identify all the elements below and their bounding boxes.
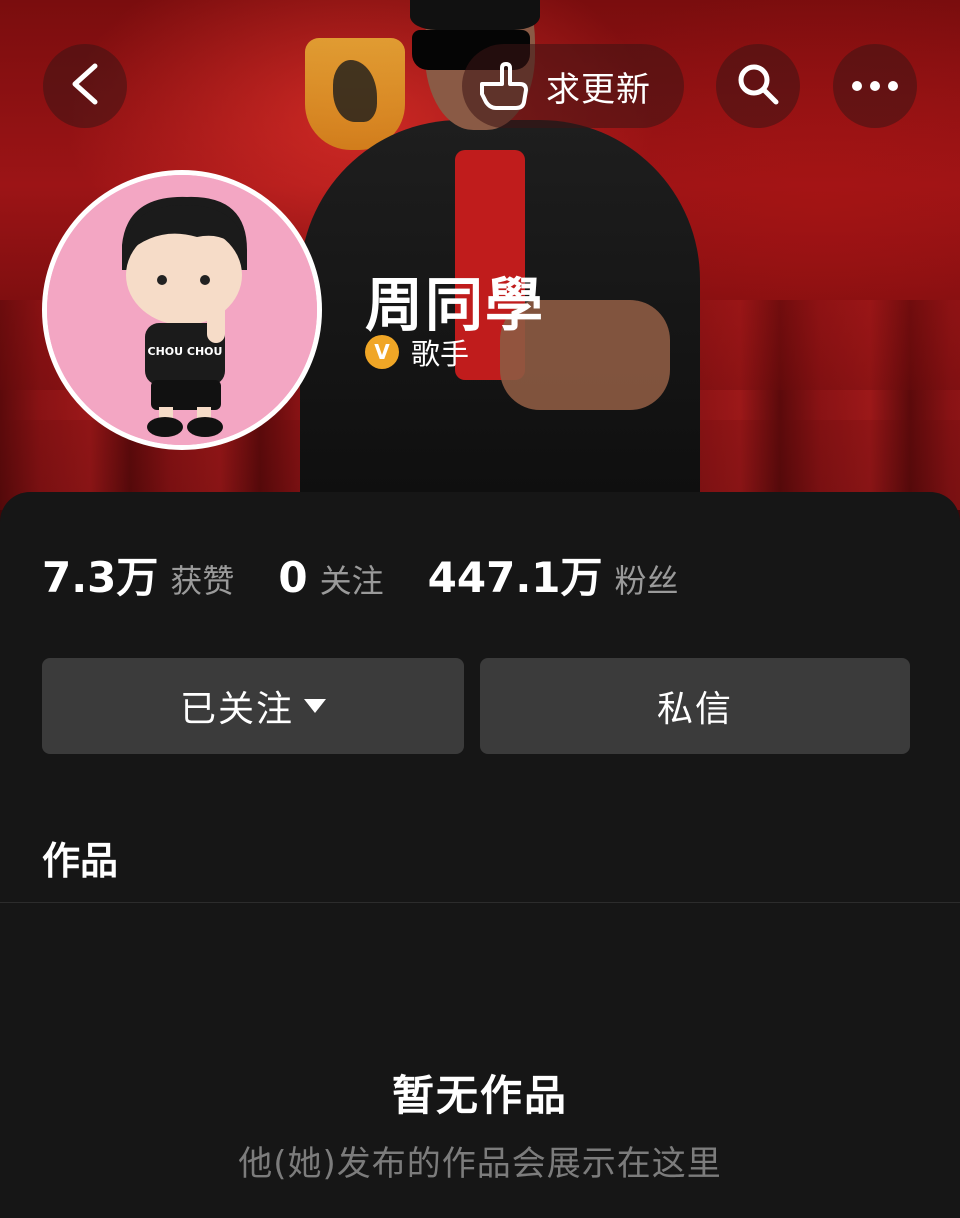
stat-value: 447.1万 — [427, 553, 603, 602]
message-label: 私信 — [656, 689, 733, 730]
stat-label: 关注 — [319, 562, 384, 600]
caret-down-icon — [304, 699, 326, 713]
request-update-label: 求更新 — [546, 69, 651, 110]
profile-page: 求更新 CHOU CHOU 周同學 V 歌手 7.3万 获赞 0 关注 447.… — [0, 0, 960, 1218]
stat-value: 7.3万 — [42, 553, 159, 602]
stat-likes[interactable]: 7.3万 获赞 — [42, 544, 234, 605]
stat-label: 粉丝 — [614, 562, 679, 600]
tab-works[interactable]: 作品 — [42, 830, 118, 885]
stat-followers[interactable]: 447.1万 粉丝 — [428, 544, 679, 605]
profile-name: 周同學 — [365, 271, 546, 339]
following-button[interactable]: 已关注 — [42, 658, 464, 754]
request-update-button[interactable]: 求更新 — [462, 44, 684, 128]
back-button[interactable] — [43, 44, 127, 128]
empty-state-title: 暂无作品 — [391, 1071, 568, 1120]
divider — [0, 902, 960, 903]
profile-stats: 7.3万 获赞 0 关注 447.1万 粉丝 — [42, 544, 723, 605]
empty-state-subtitle: 他(她)发布的作品会展示在这里 — [238, 1144, 722, 1184]
more-button[interactable] — [833, 44, 917, 128]
message-button[interactable]: 私信 — [480, 658, 910, 754]
search-icon — [736, 62, 780, 110]
avatar-shirt-text: CHOU CHOU — [148, 345, 223, 358]
stat-label: 获赞 — [170, 562, 235, 600]
profile-info-panel: 7.3万 获赞 0 关注 447.1万 粉丝 已关注 私信 作品 暂无作品 他(… — [0, 492, 960, 1218]
verified-badge-icon: V — [365, 335, 399, 369]
verified-role: V 歌手 — [365, 334, 470, 371]
avatar[interactable]: CHOU CHOU — [42, 170, 322, 450]
chevron-left-icon — [67, 62, 103, 110]
avatar-figure: CHOU CHOU — [47, 175, 317, 445]
search-button[interactable] — [716, 44, 800, 128]
more-dots-icon — [851, 77, 899, 96]
pointing-hand-icon — [476, 58, 532, 114]
verified-title: 歌手 — [411, 337, 470, 371]
following-label: 已关注 — [179, 689, 294, 730]
stat-value: 0 — [278, 553, 308, 602]
stat-following[interactable]: 0 关注 — [278, 553, 383, 602]
banner-person-hair — [410, 0, 540, 30]
